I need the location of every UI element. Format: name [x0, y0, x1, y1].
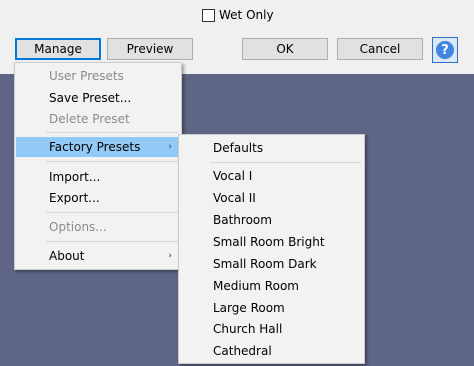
chevron-right-icon: ›	[168, 142, 172, 152]
preset-label: Bathroom	[213, 213, 272, 227]
help-button[interactable]: ?	[432, 37, 458, 63]
preset-item-church-hall[interactable]: Church Hall	[180, 319, 363, 339]
preset-label: Church Hall	[213, 322, 283, 336]
menu-item-label: Import...	[49, 170, 101, 184]
preset-label: Small Room Bright	[213, 235, 325, 249]
manage-button[interactable]: Manage	[15, 38, 101, 60]
menu-item-label: Export...	[49, 191, 100, 205]
menu-item-label: User Presets	[49, 69, 124, 83]
wet-only-checkbox[interactable]: Wet Only	[202, 7, 274, 23]
preset-item-defaults[interactable]: Defaults	[180, 138, 363, 158]
ok-button[interactable]: OK	[242, 38, 328, 60]
chevron-right-icon: ›	[168, 251, 172, 261]
preset-label: Cathedral	[213, 344, 272, 358]
preset-label: Vocal I	[213, 169, 253, 183]
cancel-button[interactable]: Cancel	[337, 38, 423, 60]
menu-separator	[46, 241, 178, 242]
manage-menu: User Presets Save Preset... Delete Prese…	[14, 62, 182, 270]
preset-label: Medium Room	[213, 279, 299, 293]
menu-separator	[210, 162, 361, 163]
preset-item-vocal-ii[interactable]: Vocal II	[180, 188, 363, 208]
menu-separator	[46, 161, 178, 162]
menu-item-about[interactable]: About ›	[16, 246, 180, 266]
preset-item-medium-room[interactable]: Medium Room	[180, 276, 363, 296]
preset-label: Vocal II	[213, 191, 256, 205]
menu-item-save-preset[interactable]: Save Preset...	[16, 88, 180, 108]
menu-item-user-presets: User Presets	[16, 66, 180, 86]
menu-item-factory-presets[interactable]: Factory Presets ›	[16, 137, 180, 157]
menu-item-label: About	[49, 249, 85, 263]
preset-item-cathedral[interactable]: Cathedral	[180, 341, 363, 361]
menu-item-label: Delete Preset	[49, 112, 130, 126]
preview-button[interactable]: Preview	[107, 38, 193, 60]
menu-item-label: Save Preset...	[49, 91, 132, 105]
help-icon: ?	[436, 41, 454, 59]
preset-item-small-room-bright[interactable]: Small Room Bright	[180, 232, 363, 252]
menu-separator	[46, 132, 178, 133]
factory-presets-submenu: Defaults Vocal I Vocal II Bathroom Small…	[178, 134, 365, 364]
preset-item-bathroom[interactable]: Bathroom	[180, 210, 363, 230]
preset-item-large-room[interactable]: Large Room	[180, 298, 363, 318]
checkbox-box[interactable]	[202, 8, 215, 22]
menu-item-label: Options...	[49, 220, 107, 234]
preset-label: Small Room Dark	[213, 257, 317, 271]
wet-only-label: Wet Only	[219, 8, 274, 22]
menu-item-label: Factory Presets	[49, 140, 141, 154]
menu-item-import[interactable]: Import...	[16, 167, 180, 187]
preset-item-small-room-dark[interactable]: Small Room Dark	[180, 254, 363, 274]
menu-item-delete-preset: Delete Preset	[16, 109, 180, 129]
preset-label: Defaults	[213, 141, 264, 155]
menu-item-export[interactable]: Export...	[16, 188, 180, 208]
preset-item-vocal-i[interactable]: Vocal I	[180, 166, 363, 186]
preset-label: Large Room	[213, 301, 285, 315]
menu-item-options: Options...	[16, 217, 180, 237]
menu-separator	[46, 212, 178, 213]
